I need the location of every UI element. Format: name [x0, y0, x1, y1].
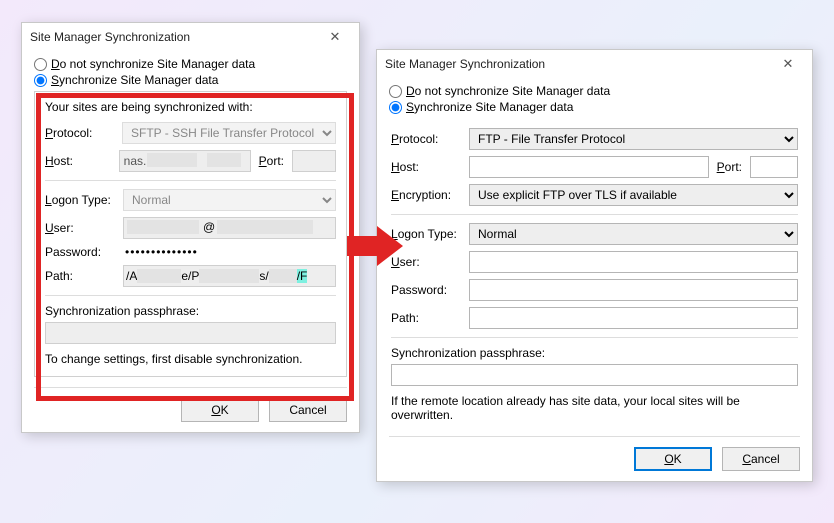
passphrase-label: Synchronization passphrase: [45, 304, 336, 318]
radio-sync[interactable] [34, 74, 47, 87]
port-label: Port: [717, 160, 742, 174]
dialog-title: Site Manager Synchronization [385, 57, 772, 71]
password-input[interactable] [469, 279, 798, 301]
encryption-label: Encryption: [391, 188, 461, 202]
protocol-select: SFTP - SSH File Transfer Protocol [122, 122, 336, 144]
logon-label: Logon Type: [391, 227, 461, 241]
divider-2 [391, 337, 798, 338]
port-label: Port: [259, 154, 284, 168]
radio-no-sync-label[interactable]: Do not synchronize Site Manager data [51, 57, 255, 71]
encryption-select[interactable]: Use explicit FTP over TLS if available [469, 184, 798, 206]
user-label: User: [391, 255, 461, 269]
logon-label: Logon Type: [45, 193, 115, 207]
user-input[interactable] [469, 251, 798, 273]
cancel-button[interactable]: Cancel [269, 398, 347, 422]
ok-button[interactable]: OK [634, 447, 712, 471]
host-label: Host: [45, 154, 111, 168]
password-label: Password: [391, 283, 461, 297]
protocol-label: Protocol: [391, 132, 461, 146]
redacted-path-3 [269, 269, 297, 283]
dialog-right: Site Manager Synchronization ✕ Do not sy… [376, 49, 813, 482]
passphrase-input [45, 322, 336, 344]
user-label: User: [45, 221, 115, 235]
redacted-user-1 [127, 220, 199, 234]
dialog-left: Site Manager Synchronization ✕ Do not sy… [21, 22, 360, 433]
protocol-select[interactable]: FTP - File Transfer Protocol [469, 128, 798, 150]
radio-no-sync-label[interactable]: Do not synchronize Site Manager data [406, 84, 610, 98]
divider [391, 214, 798, 215]
user-at: @ [203, 220, 215, 234]
path-highlight: /F [297, 269, 308, 283]
password-dots: •••••••••••••• [123, 245, 336, 259]
host-input[interactable] [469, 156, 709, 178]
logon-select: Normal [123, 189, 336, 211]
dialog-title: Site Manager Synchronization [30, 30, 319, 44]
redacted-host-2 [207, 153, 241, 167]
cancel-button[interactable]: Cancel [722, 447, 800, 471]
radio-no-sync[interactable] [389, 85, 402, 98]
redacted-host-1 [147, 153, 197, 167]
radio-sync-label[interactable]: Synchronize Site Manager data [406, 100, 573, 114]
close-icon[interactable]: ✕ [319, 29, 351, 45]
redacted-path-1 [137, 269, 181, 283]
port-input [292, 150, 336, 172]
sync-group: Your sites are being synchronized with: … [34, 91, 347, 377]
path-label: Path: [391, 311, 461, 325]
titlebar: Site Manager Synchronization ✕ [22, 23, 359, 51]
redacted-user-2 [217, 220, 313, 234]
radio-sync-label[interactable]: Synchronize Site Manager data [51, 73, 218, 87]
path-input[interactable] [469, 307, 798, 329]
host-label: Host: [391, 160, 461, 174]
port-input[interactable] [750, 156, 798, 178]
ok-button[interactable]: OK [181, 398, 259, 422]
sync-group: Protocol: FTP - File Transfer Protocol H… [389, 118, 800, 426]
path-input: /A e/P s/ /F [123, 265, 336, 287]
close-icon[interactable]: ✕ [772, 56, 804, 72]
password-label: Password: [45, 245, 115, 259]
titlebar: Site Manager Synchronization ✕ [377, 50, 812, 78]
divider [45, 180, 336, 181]
footer-note: To change settings, first disable synchr… [45, 352, 336, 366]
redacted-path-2 [199, 269, 259, 283]
passphrase-input[interactable] [391, 364, 798, 386]
group-legend: Your sites are being synchronized with: [45, 100, 336, 114]
logon-select[interactable]: Normal [469, 223, 798, 245]
footer-note: If the remote location already has site … [391, 394, 798, 422]
path-label: Path: [45, 269, 115, 283]
radio-no-sync[interactable] [34, 58, 47, 71]
protocol-label: Protocol: [45, 126, 114, 140]
radio-sync[interactable] [389, 101, 402, 114]
divider-2 [45, 295, 336, 296]
passphrase-label: Synchronization passphrase: [391, 346, 798, 360]
